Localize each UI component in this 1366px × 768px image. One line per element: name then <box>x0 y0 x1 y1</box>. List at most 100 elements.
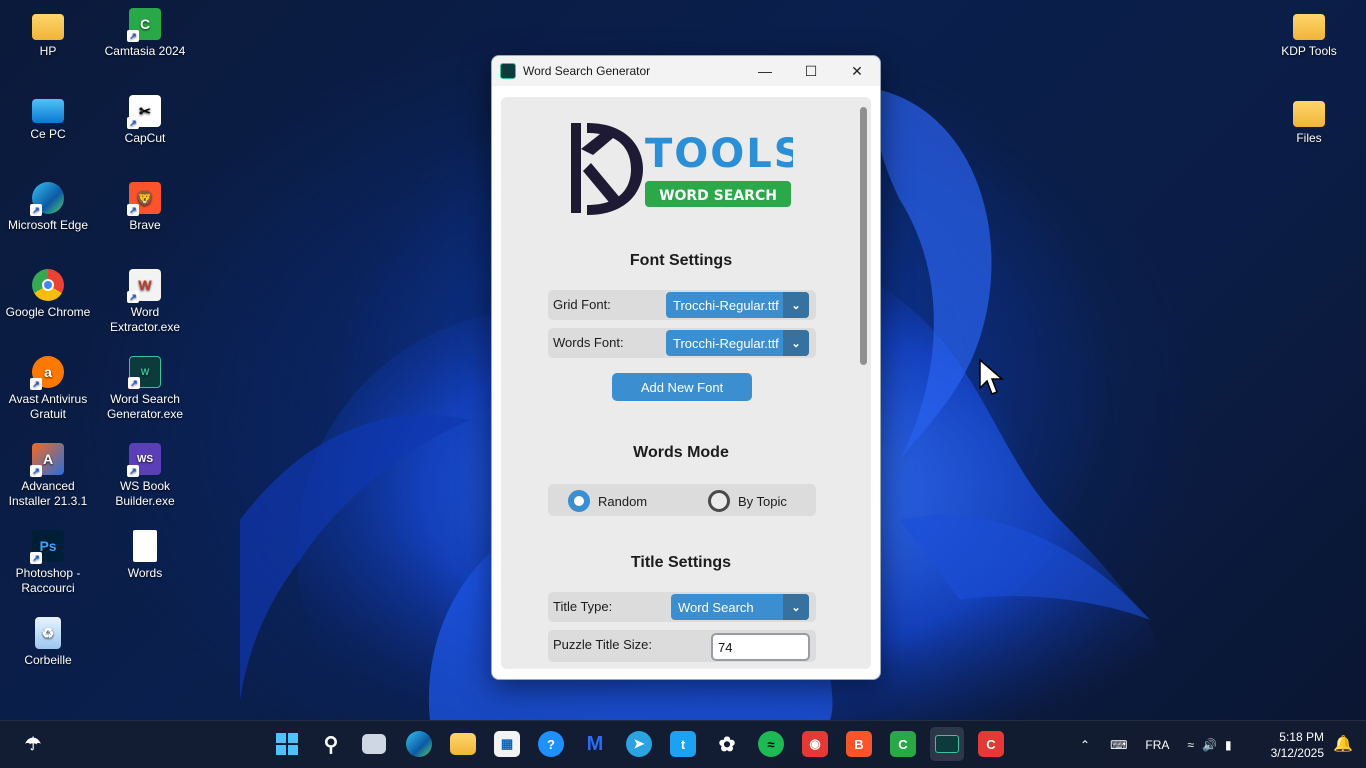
edge-taskbar-icon[interactable] <box>406 731 432 757</box>
spotify-icon[interactable]: ≈ <box>758 731 784 757</box>
radio-random[interactable]: Random <box>568 490 647 512</box>
telegram-icon[interactable]: ➤ <box>626 731 652 757</box>
kdp-tools-logo: TOOLS WORD SEARCH <box>571 123 793 215</box>
words-font-label: Words Font: <box>553 335 624 350</box>
desktop-icon-label: Brave <box>129 218 161 232</box>
desktop-icon-label: HP <box>39 44 57 58</box>
volume-icon[interactable]: 🔊 <box>1202 738 1217 752</box>
desktop-icon-words[interactable]: Words <box>99 530 191 581</box>
windows-logo-icon <box>276 733 298 755</box>
font-settings-heading: Font Settings <box>629 252 733 269</box>
desktop-icon-camtasia[interactable]: C Camtasia 2024 <box>99 8 191 59</box>
desktop-icon-ce-pc[interactable]: Ce PC <box>2 95 94 142</box>
desktop-icon-label: Avast Antivirus Gratuit <box>8 392 88 421</box>
close-button[interactable]: ✕ <box>834 56 880 86</box>
title-type-label: Title Type: <box>553 599 613 614</box>
words-font-dropdown[interactable]: Trocchi-Regular.ttf ⌄ <box>666 330 809 356</box>
desktop-icon-ws-book[interactable]: WS WS Book Builder.exe <box>99 443 191 509</box>
clock-date: 3/12/2025 <box>1270 746 1324 760</box>
radio-selected-icon <box>568 490 590 512</box>
camtasia-taskbar-icon[interactable]: C <box>890 731 916 757</box>
desktop-icon-brave[interactable]: 🦁 Brave <box>99 182 191 233</box>
file-explorer-icon[interactable] <box>450 733 476 755</box>
weather-icon[interactable]: ☂ <box>20 731 46 757</box>
title-type-row: Title Type: Word Search ⌄ <box>548 592 816 622</box>
language-indicator[interactable]: FRA <box>1145 738 1169 752</box>
title-type-dropdown[interactable]: Word Search ⌄ <box>671 594 809 620</box>
desktop-icon-label: Word Search Generator.exe <box>106 392 184 421</box>
desktop-icon-photoshop[interactable]: Ps Photoshop - Raccourci <box>2 530 94 596</box>
clock[interactable]: 5:18 PM 3/12/2025 <box>1271 729 1324 761</box>
desktop-icon-label: Microsoft Edge <box>7 218 89 232</box>
wifi-icon[interactable]: ≈ <box>1187 738 1194 752</box>
maximize-button[interactable]: ☐ <box>788 56 834 86</box>
desktop-icon-label: Word Extractor.exe <box>109 305 181 334</box>
system-tray: ⌃ ⌨ FRA ≈ 🔊 ▮ <box>1080 721 1232 768</box>
desktop-icon-label: Camtasia 2024 <box>104 44 186 58</box>
ws-book-icon: WS <box>127 443 161 477</box>
radio-unselected-icon <box>708 490 730 512</box>
chatgpt-icon[interactable]: ✿ <box>714 731 740 757</box>
desktop-icon-hp[interactable]: HP <box>2 8 94 59</box>
start-button[interactable] <box>274 731 300 757</box>
title-size-input[interactable]: 74 <box>711 633 810 661</box>
desktop-icon-word-extractor[interactable]: W Word Extractor.exe <box>99 269 191 335</box>
minimize-button[interactable]: — <box>742 56 788 86</box>
avast-icon: a <box>30 356 64 390</box>
chevron-down-icon[interactable]: ⌄ <box>783 292 809 318</box>
keyboard-icon[interactable]: ⌨ <box>1110 738 1127 752</box>
window-title: Word Search Generator <box>523 64 651 78</box>
app-icon <box>500 63 516 79</box>
search-icon[interactable]: ⚲ <box>318 731 344 757</box>
title-settings-heading: Title Settings <box>630 554 732 571</box>
chevron-down-icon[interactable]: ⌄ <box>783 594 809 620</box>
desktop-icon-label: Corbeille <box>24 653 72 667</box>
settings-panel: TOOLS WORD SEARCH Font Settings Grid Fon… <box>501 97 871 669</box>
task-view-icon[interactable] <box>362 734 386 754</box>
grid-font-value: Trocchi-Regular.ttf <box>673 297 779 313</box>
window-titlebar[interactable]: Word Search Generator — ☐ ✕ <box>492 56 880 86</box>
screen-recorder-icon[interactable]: ◉ <box>802 731 828 757</box>
add-new-font-button[interactable]: Add New Font <box>612 373 752 401</box>
document-icon <box>133 530 157 562</box>
radio-by-topic-label: By Topic <box>738 493 787 509</box>
desktop-icon-label: Words <box>127 566 163 580</box>
ms-store-icon[interactable]: ▦ <box>494 731 520 757</box>
desktop-icon-edge[interactable]: Microsoft Edge <box>2 182 94 233</box>
chevron-down-icon[interactable]: ⌄ <box>783 330 809 356</box>
desktop-icon-avast[interactable]: a Avast Antivirus Gratuit <box>2 356 94 422</box>
camtasia-rec-taskbar-icon[interactable]: C <box>978 731 1004 757</box>
title-type-value: Word Search <box>678 599 754 615</box>
battery-icon[interactable]: ▮ <box>1225 738 1232 752</box>
logo-banner: WORD SEARCH <box>659 188 777 204</box>
desktop-icon-word-search[interactable]: W Word Search Generator.exe <box>99 356 191 422</box>
desktop-icon-corbeille[interactable]: ♻ Corbeille <box>2 617 94 668</box>
chevron-up-icon[interactable]: ⌃ <box>1080 738 1090 752</box>
words-mode-heading: Words Mode <box>633 444 729 461</box>
notification-icon[interactable]: 🔔 <box>1330 731 1356 757</box>
scrollbar-thumb[interactable] <box>860 107 867 365</box>
desktop-icon-chrome[interactable]: Google Chrome <box>2 269 94 320</box>
desktop-icon-kdp-tools[interactable]: KDP Tools <box>1263 8 1355 59</box>
help-icon[interactable]: ? <box>538 731 564 757</box>
desktop-icon-advanced-installer[interactable]: A Advanced Installer 21.3.1 <box>2 443 94 509</box>
grid-font-dropdown[interactable]: Trocchi-Regular.ttf ⌄ <box>666 292 809 318</box>
capcut-icon: ✂ <box>127 95 161 129</box>
mouse-cursor-icon <box>979 358 1004 395</box>
radio-by-topic[interactable]: By Topic <box>708 490 787 512</box>
desktop-icon-files[interactable]: Files <box>1263 95 1355 146</box>
words-font-value: Trocchi-Regular.ttf <box>673 335 779 351</box>
photoshop-icon: Ps <box>30 530 64 564</box>
desktop-icon-label: Google Chrome <box>5 305 91 319</box>
clock-time: 5:18 PM <box>1279 730 1324 744</box>
folder-icon <box>1293 101 1325 127</box>
brave-taskbar-icon[interactable]: B <box>846 731 872 757</box>
word-search-taskbar-icon[interactable] <box>930 727 964 761</box>
desktop-icon-capcut[interactable]: ✂ CapCut <box>99 95 191 146</box>
twitter-icon[interactable]: t <box>670 731 696 757</box>
radio-random-label: Random <box>598 493 648 509</box>
malwarebytes-icon[interactable]: M <box>582 731 608 757</box>
grid-font-label: Grid Font: <box>553 297 611 312</box>
taskbar: ☂ ⚲ ▦ ? M ➤ t ✿ ≈ ◉ B C C ⌃ ⌨ FRA ≈ 🔊 ▮ … <box>0 720 1366 768</box>
folder-icon <box>32 14 64 40</box>
